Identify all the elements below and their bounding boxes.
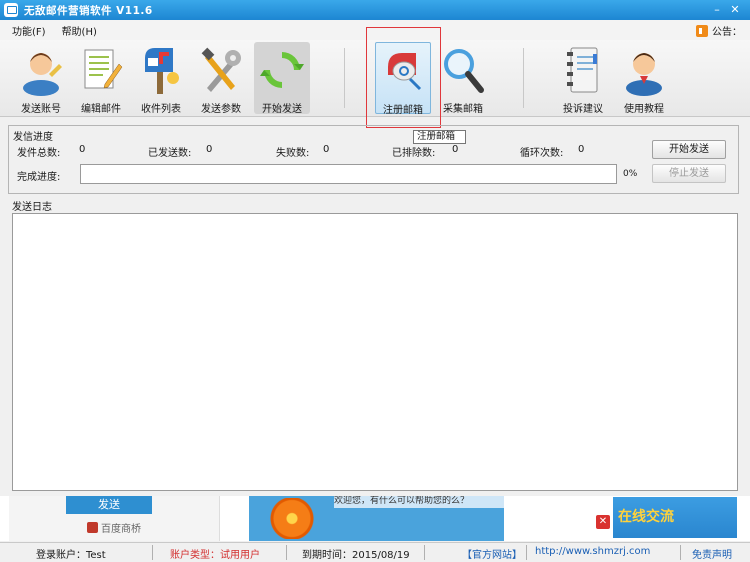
notebook-icon — [567, 47, 598, 93]
loop-label: 循环次数: — [520, 148, 564, 159]
toolbar-send-params[interactable]: 发送参数 — [193, 42, 249, 115]
highlight-frame — [366, 27, 441, 128]
minimize-button[interactable]: – — [710, 3, 724, 17]
tools-icon — [201, 47, 241, 92]
toolbar-label: 收件列表 — [141, 104, 181, 115]
flower-image — [256, 498, 328, 539]
online-chat-label: 在线交流 — [618, 509, 674, 525]
status-user-type: 账户类型：试用用户 — [170, 550, 260, 561]
completion-percent: 0% — [623, 169, 638, 179]
baidu-icon — [87, 522, 98, 533]
toolbar-label: 使用教程 — [624, 104, 664, 115]
ad-baidu-bridge[interactable]: 百度商桥 — [87, 520, 141, 535]
toolbar-send-account[interactable]: 发送账号 — [13, 42, 69, 115]
start-send-button[interactable]: 开始发送 — [652, 140, 726, 159]
loop-value: 0 — [578, 144, 585, 155]
menu-function[interactable]: 功能(F) — [12, 23, 46, 38]
speaker-icon — [696, 24, 708, 37]
menu-help[interactable]: 帮助(H) — [62, 23, 97, 38]
tooltip: 注册邮箱 — [413, 130, 466, 144]
toolbar-feedback[interactable]: 投诉建议 — [555, 42, 611, 115]
toolbar-collect-mailbox[interactable]: 采集邮箱 — [435, 42, 491, 115]
total-value: 0 — [79, 144, 86, 155]
toolbar-start-send[interactable]: 开始发送 — [254, 42, 310, 115]
ad-chat-text: 欢迎您，有什么可以帮助您的么？ — [334, 496, 504, 508]
ad-chat-widget: 发送 百度商桥 — [9, 496, 220, 541]
completion-progress-bar — [80, 164, 617, 184]
user-icon — [23, 53, 62, 96]
toolbar-label: 编辑邮件 — [81, 104, 121, 115]
magnifier-icon — [444, 49, 484, 93]
sent-value: 0 — [206, 144, 213, 155]
toolbar-separator — [344, 48, 345, 108]
title-bar: 无敌邮件营销软件 V11.6 – ✕ — [0, 0, 750, 20]
stop-send-button[interactable]: 停止发送 — [652, 164, 726, 183]
total-label: 发件总数: — [17, 148, 61, 159]
status-divider — [680, 545, 681, 560]
sent-label: 已发送数: — [148, 148, 192, 159]
status-divider — [526, 545, 527, 560]
edit-document-icon — [84, 49, 123, 89]
toolbar-label: 发送参数 — [201, 104, 241, 115]
close-button[interactable]: ✕ — [728, 3, 742, 17]
send-log-title: 发送日志 — [12, 202, 52, 213]
excluded-value: 0 — [452, 144, 459, 155]
toolbar-tutorial[interactable]: 使用教程 — [616, 42, 672, 115]
disclaimer-link[interactable]: 免责声明 — [692, 546, 732, 561]
failed-value: 0 — [323, 144, 330, 155]
close-icon[interactable]: ✕ — [596, 515, 610, 529]
ad-send-button[interactable]: 发送 — [66, 496, 152, 514]
notice-label: 公告： — [712, 27, 742, 38]
toolbar-label: 采集邮箱 — [443, 104, 483, 115]
window-title: 无敌邮件营销软件 V11.6 — [24, 4, 153, 17]
mailbox-icon — [145, 48, 179, 94]
toolbar-label: 发送账号 — [21, 104, 61, 115]
status-divider — [286, 545, 287, 560]
toolbar-separator — [523, 48, 524, 108]
group-title: 发信进度 — [11, 128, 55, 143]
failed-label: 失败数: — [276, 148, 310, 159]
toolbar-label: 投诉建议 — [563, 104, 603, 115]
notice-area[interactable]: 公告： — [696, 23, 742, 38]
online-chat-banner[interactable]: ✕ 在线交流 — [596, 497, 737, 538]
status-account: 登录账户：Test — [36, 550, 106, 561]
send-log-area[interactable] — [12, 213, 738, 491]
ad-baidu-label: 百度商桥 — [101, 524, 141, 535]
completion-label: 完成进度: — [17, 172, 61, 183]
toolbar-edit-mail[interactable]: 编辑邮件 — [73, 42, 129, 115]
status-expiry: 到期时间：2015/08/19 — [302, 550, 410, 561]
toolbar-label: 开始发送 — [262, 104, 302, 115]
excluded-label: 已排除数: — [392, 148, 436, 159]
official-site-link[interactable]: 【官方网站】 — [462, 546, 522, 561]
status-bar: 登录账户：Test 账户类型：试用用户 到期时间：2015/08/19 【官方网… — [0, 542, 750, 562]
status-divider — [152, 545, 153, 560]
website-url-link[interactable]: http://www.shmzrj.com — [535, 546, 650, 557]
toolbar-recipient-list[interactable]: 收件列表 — [133, 42, 189, 115]
status-divider — [424, 545, 425, 560]
refresh-arrows-icon — [260, 52, 304, 88]
tutorial-user-icon — [626, 53, 662, 96]
app-logo-icon — [4, 3, 18, 17]
